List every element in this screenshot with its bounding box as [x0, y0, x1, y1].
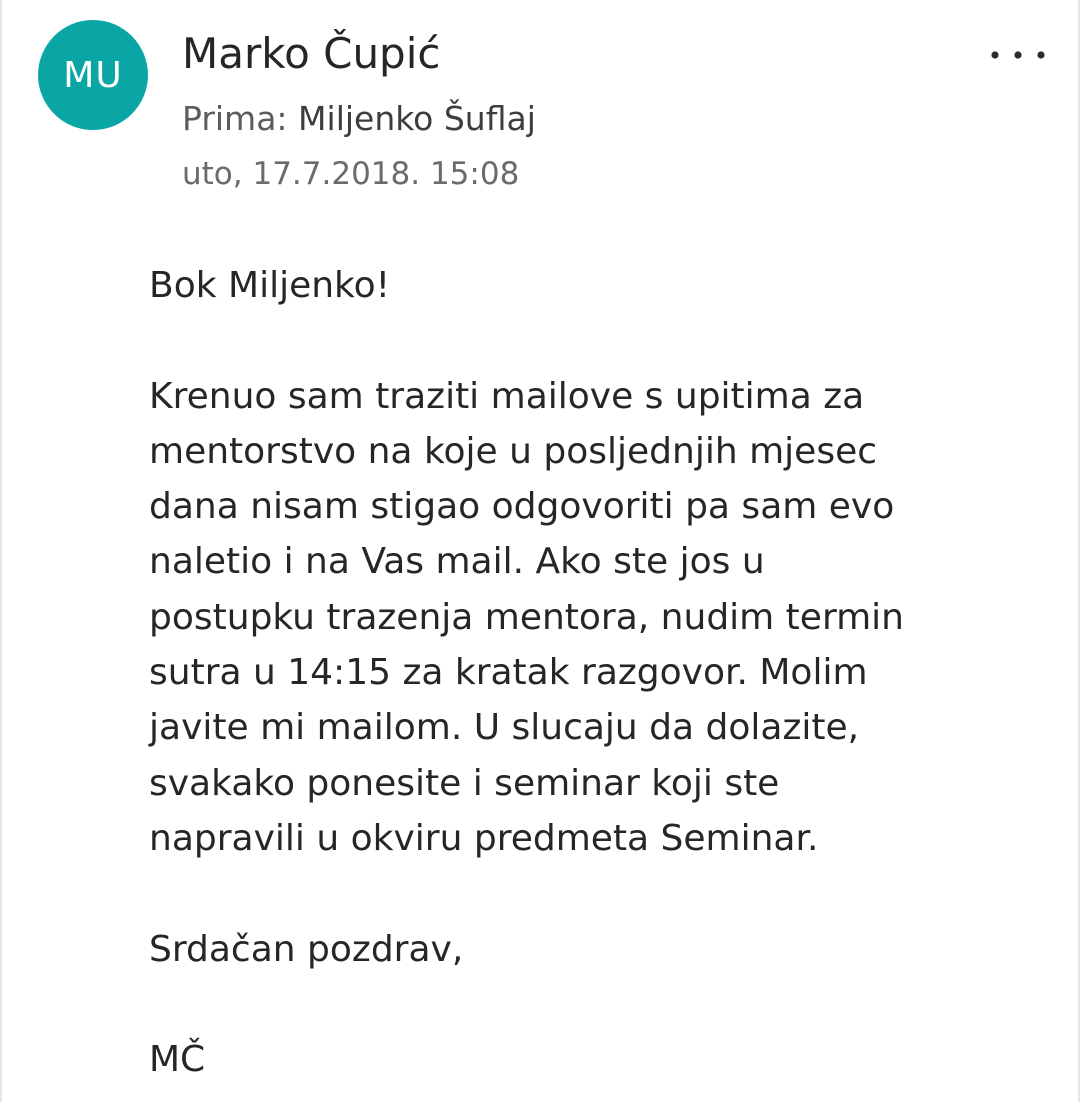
avatar-initials: MU [63, 54, 123, 96]
message-paragraph: Krenuo sam traziti mailove s upitima za … [149, 375, 904, 859]
message-body: Bok Miljenko! Krenuo sam traziti mailove… [149, 258, 1029, 1087]
message-signature: MČ [149, 1039, 206, 1081]
message-closing: Srdačan pozdrav, [149, 928, 464, 970]
more-horizontal-icon [990, 50, 1046, 60]
sender-avatar[interactable]: MU [38, 20, 148, 130]
recipient-line: Prima: Miljenko Šuflaj [182, 94, 536, 144]
message-greeting: Bok Miljenko! [149, 265, 391, 306]
recipient-name[interactable]: Miljenko Šuflaj [298, 99, 536, 138]
sender-name[interactable]: Marko Čupić [182, 26, 440, 82]
email-reading-pane: MU Marko Čupić Prima: Miljenko Šuflaj ut… [0, 0, 1080, 1102]
more-options-button[interactable] [978, 30, 1058, 80]
message-date: uto, 17.7.2018. 15:08 [182, 156, 520, 192]
recipient-prefix: Prima: [182, 99, 288, 138]
